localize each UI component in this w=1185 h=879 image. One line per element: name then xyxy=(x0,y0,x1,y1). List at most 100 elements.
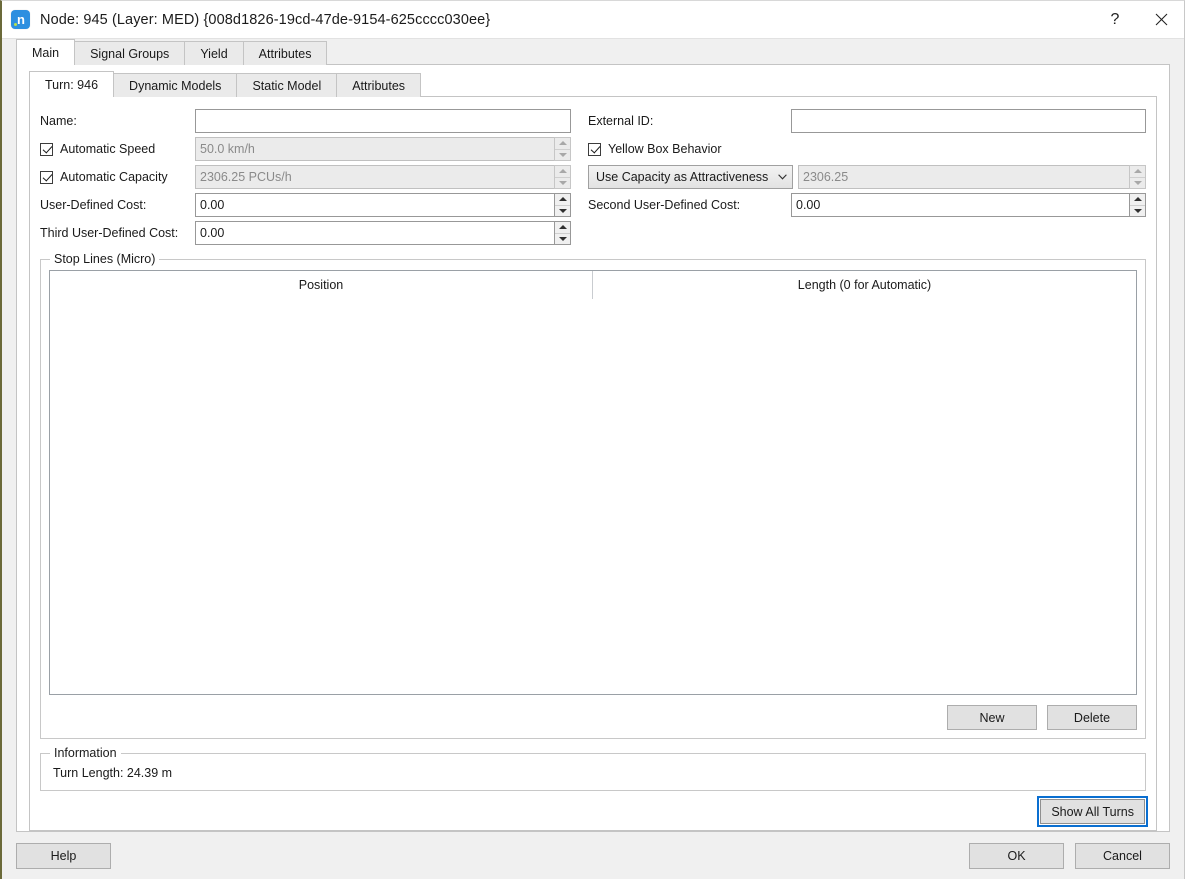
capacity-spinner-down[interactable] xyxy=(555,177,570,189)
user-defined-cost-input[interactable] xyxy=(195,193,554,217)
tab-main[interactable]: Main xyxy=(16,39,75,65)
arrow-down-icon xyxy=(559,209,567,213)
arrow-down-icon xyxy=(1134,181,1142,185)
attractiveness-spinner-down[interactable] xyxy=(1130,177,1145,189)
name-label: Name: xyxy=(40,114,195,128)
new-button[interactable]: New xyxy=(947,705,1037,730)
attractiveness-select[interactable]: Use Capacity as Attractiveness xyxy=(588,165,793,189)
help-icon[interactable]: ? xyxy=(1092,1,1138,38)
close-icon[interactable] xyxy=(1138,1,1184,38)
second-user-defined-cost-input[interactable] xyxy=(791,193,1129,217)
speed-spinner-buttons[interactable] xyxy=(554,137,571,161)
turn-tab-panel: Name: External ID: Automatic Speed xyxy=(29,97,1157,831)
automatic-capacity-checkbox[interactable]: Automatic Capacity xyxy=(40,170,195,184)
information-group-title: Information xyxy=(50,746,121,760)
second-user-defined-cost-spinner-down[interactable] xyxy=(1130,205,1145,217)
automatic-capacity-label: Automatic Capacity xyxy=(60,170,168,184)
external-id-label: External ID: xyxy=(588,114,791,128)
window-controls: ? xyxy=(1092,1,1184,38)
cancel-button[interactable]: Cancel xyxy=(1075,843,1170,869)
yellow-box-behavior-checkbox[interactable]: Yellow Box Behavior xyxy=(588,142,722,156)
tab-signal-groups-label: Signal Groups xyxy=(90,47,169,61)
stop-lines-table[interactable]: Position Length (0 for Automatic) xyxy=(49,270,1137,695)
form-row-user-cost: User-Defined Cost: Second User-Defined C… xyxy=(40,193,1146,217)
attractiveness-selected-label: Use Capacity as Attractiveness xyxy=(596,170,768,184)
third-user-defined-cost-input[interactable] xyxy=(195,221,554,245)
third-user-defined-cost-spinner-buttons[interactable] xyxy=(554,221,571,245)
show-all-turns-button[interactable]: Show All Turns xyxy=(1040,799,1145,824)
tab-signal-groups[interactable]: Signal Groups xyxy=(74,41,185,65)
column-header-position[interactable]: Position xyxy=(50,271,593,299)
turn-length-text: Turn Length: 24.39 m xyxy=(49,754,1137,780)
arrow-up-icon xyxy=(559,141,567,145)
tab-turn-label: Turn: 946 xyxy=(45,78,98,92)
checkbox-icon xyxy=(40,143,53,156)
tab-inner-attributes[interactable]: Attributes xyxy=(336,73,421,97)
form-row-name: Name: External ID: xyxy=(40,109,1146,133)
user-defined-cost-spinner[interactable] xyxy=(195,193,571,217)
speed-spinner-down[interactable] xyxy=(555,149,570,161)
arrow-down-icon xyxy=(1134,209,1142,213)
tab-attributes[interactable]: Attributes xyxy=(243,41,328,65)
checkbox-icon xyxy=(40,171,53,184)
arrow-up-icon xyxy=(559,197,567,201)
turn-form: Name: External ID: Automatic Speed xyxy=(40,97,1146,249)
help-glyph: ? xyxy=(1111,11,1120,29)
attractiveness-spinner[interactable] xyxy=(798,165,1146,189)
third-user-defined-cost-spinner-down[interactable] xyxy=(555,233,570,245)
speed-spinner[interactable] xyxy=(195,137,571,161)
yellow-box-behavior-label: Yellow Box Behavior xyxy=(608,142,722,156)
tab-dynamic-models-label: Dynamic Models xyxy=(129,79,221,93)
stop-lines-group-title: Stop Lines (Micro) xyxy=(50,252,159,266)
second-user-defined-cost-spinner-up[interactable] xyxy=(1130,194,1145,205)
footer-action-buttons: OK Cancel xyxy=(969,843,1170,869)
third-user-defined-cost-spinner-up[interactable] xyxy=(555,222,570,233)
capacity-input[interactable] xyxy=(195,165,554,189)
automatic-speed-checkbox[interactable]: Automatic Speed xyxy=(40,142,195,156)
tab-turn[interactable]: Turn: 946 xyxy=(29,71,114,97)
arrow-down-icon xyxy=(559,237,567,241)
column-header-length[interactable]: Length (0 for Automatic) xyxy=(593,271,1136,299)
chevron-down-icon xyxy=(778,173,787,182)
automatic-speed-label: Automatic Speed xyxy=(60,142,155,156)
user-defined-cost-spinner-buttons[interactable] xyxy=(554,193,571,217)
checkbox-icon xyxy=(588,143,601,156)
tab-static-model[interactable]: Static Model xyxy=(236,73,337,97)
ok-button[interactable]: OK xyxy=(969,843,1064,869)
stop-lines-actions: New Delete xyxy=(49,695,1137,730)
second-user-defined-cost-spinner[interactable] xyxy=(791,193,1146,217)
outer-tab-strip: Main Signal Groups Yield Attributes xyxy=(2,39,1184,65)
help-button[interactable]: Help xyxy=(16,843,111,869)
capacity-spinner-up[interactable] xyxy=(555,166,570,177)
external-id-input[interactable] xyxy=(791,109,1146,133)
attractiveness-spinner-buttons[interactable] xyxy=(1129,165,1146,189)
main-tab-panel: Turn: 946 Dynamic Models Static Model At… xyxy=(16,65,1170,832)
stop-lines-table-header: Position Length (0 for Automatic) xyxy=(50,271,1136,299)
attractiveness-spinner-up[interactable] xyxy=(1130,166,1145,177)
app-icon: n xyxy=(11,10,30,29)
dialog-window: n Node: 945 (Layer: MED) {008d1826-19cd-… xyxy=(0,0,1185,879)
speed-input[interactable] xyxy=(195,137,554,161)
arrow-up-icon xyxy=(1134,197,1142,201)
app-icon-dot xyxy=(14,23,18,27)
arrow-up-icon xyxy=(559,225,567,229)
capacity-spinner-buttons[interactable] xyxy=(554,165,571,189)
user-defined-cost-spinner-down[interactable] xyxy=(555,205,570,217)
arrow-down-icon xyxy=(559,153,567,157)
inner-tab-strip: Turn: 946 Dynamic Models Static Model At… xyxy=(17,71,1169,97)
stop-lines-table-body[interactable] xyxy=(50,299,1136,694)
tab-dynamic-models[interactable]: Dynamic Models xyxy=(113,73,237,97)
user-defined-cost-spinner-up[interactable] xyxy=(555,194,570,205)
name-input[interactable] xyxy=(195,109,571,133)
second-user-defined-cost-label: Second User-Defined Cost: xyxy=(588,198,791,212)
delete-button[interactable]: Delete xyxy=(1047,705,1137,730)
capacity-spinner[interactable] xyxy=(195,165,571,189)
third-user-defined-cost-label: Third User-Defined Cost: xyxy=(40,226,195,240)
speed-spinner-up[interactable] xyxy=(555,138,570,149)
third-user-defined-cost-spinner[interactable] xyxy=(195,221,571,245)
show-all-turns-row: Show All Turns xyxy=(40,791,1146,830)
tab-main-label: Main xyxy=(32,46,59,60)
tab-yield[interactable]: Yield xyxy=(184,41,243,65)
second-user-defined-cost-spinner-buttons[interactable] xyxy=(1129,193,1146,217)
attractiveness-input[interactable] xyxy=(798,165,1129,189)
